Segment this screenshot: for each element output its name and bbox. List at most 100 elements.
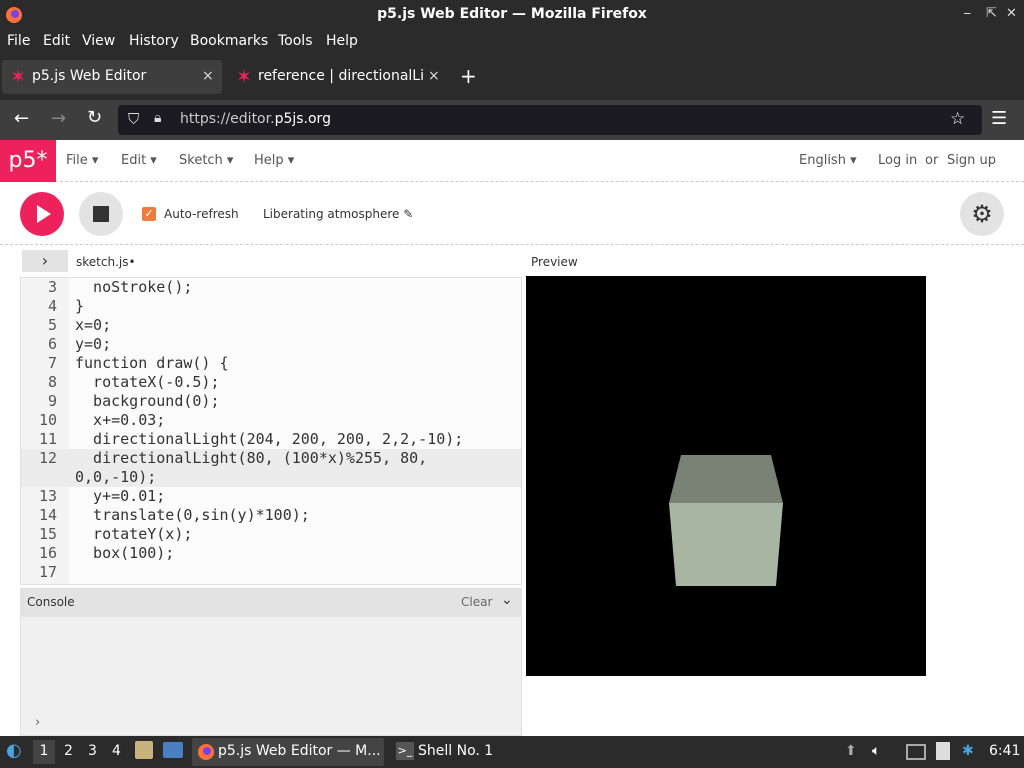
code-line[interactable]: 8 rotateX(-0.5); xyxy=(21,373,521,392)
desktop-icon[interactable] xyxy=(163,742,183,758)
signup-link[interactable]: Sign up xyxy=(947,153,996,168)
volume-icon[interactable]: 🔈︎ xyxy=(872,743,880,759)
cube-render xyxy=(669,455,783,586)
code-line[interactable]: 16 box(100); xyxy=(21,544,521,563)
code-text: directionalLight(80, (100*x)%255, 80, xyxy=(75,449,428,467)
code-line[interactable]: 3 noStroke(); xyxy=(21,278,521,297)
code-text: y=0; xyxy=(75,335,112,353)
menu-bookmarks[interactable]: Bookmarks xyxy=(190,33,268,49)
code-line[interactable]: 0,0,-10); xyxy=(21,468,521,487)
code-line[interactable]: 6 y=0; xyxy=(21,335,521,354)
code-text: x=0; xyxy=(75,316,112,334)
console-prompt[interactable]: › xyxy=(35,715,40,730)
sketch-name[interactable]: Liberating atmosphere ✎ xyxy=(263,207,413,221)
code-text: x+=0.03; xyxy=(75,411,166,429)
settings-gear-icon[interactable]: ⚙ xyxy=(960,192,1004,236)
reload-icon[interactable]: ↻ xyxy=(87,107,102,128)
minimize-button[interactable]: ⎯ xyxy=(964,6,971,21)
line-number: 10 xyxy=(38,411,57,429)
firefox-icon xyxy=(198,744,214,760)
workspace-4[interactable]: 4 xyxy=(112,743,121,759)
code-line[interactable]: 7 function draw() { xyxy=(21,354,521,373)
login-link[interactable]: Log in xyxy=(878,153,917,168)
start-menu-icon[interactable]: ◐ xyxy=(6,740,22,761)
console-clear-button[interactable]: Clear xyxy=(461,595,492,609)
code-line[interactable]: 4} xyxy=(21,297,521,316)
console-collapse-chevron-icon[interactable]: ⌄ xyxy=(501,592,513,608)
menu-file[interactable]: File xyxy=(7,33,30,49)
menu-edit[interactable]: Edit xyxy=(43,33,70,49)
url-bar[interactable]: ⛉ 🔒︎ https://editor.p5js.org ☆ xyxy=(118,105,982,135)
code-text: directionalLight(204, 200, 200, 2,2,-10)… xyxy=(75,430,464,448)
line-number: 12 xyxy=(38,449,57,467)
back-arrow-icon[interactable]: ← xyxy=(14,108,29,129)
task-label: Shell No. 1 xyxy=(418,743,494,759)
menu-history[interactable]: History xyxy=(129,33,179,49)
tab-p5-editor[interactable]: p5.js Web Editor × xyxy=(2,60,222,94)
upload-icon[interactable]: ⬆ xyxy=(845,743,857,759)
auto-refresh-checkbox[interactable]: ✓ xyxy=(142,207,156,221)
p5-menu-help[interactable]: Help ▾ xyxy=(254,153,294,168)
p5-logo[interactable]: p5* xyxy=(0,140,56,182)
code-line[interactable]: 15 rotateY(x); xyxy=(21,525,521,544)
code-line[interactable]: 13 y+=0.01; xyxy=(21,487,521,506)
code-line[interactable]: 5 x=0; xyxy=(21,316,521,335)
play-button[interactable] xyxy=(20,192,64,236)
sidebar-toggle-chevron-icon[interactable]: › xyxy=(22,250,68,272)
sketch-preview-canvas[interactable] xyxy=(526,276,926,676)
console-header: Console Clear ⌄ xyxy=(21,589,521,617)
clipboard-icon[interactable] xyxy=(936,742,950,760)
language-selector[interactable]: English ▾ xyxy=(799,153,857,168)
bookmark-star-icon[interactable]: ☆ xyxy=(950,109,965,129)
menu-help[interactable]: Help xyxy=(326,33,358,49)
p5-menu-file[interactable]: File ▾ xyxy=(66,153,98,168)
p5-menu-sketch[interactable]: Sketch ▾ xyxy=(179,153,233,168)
code-line[interactable]: 17 xyxy=(21,563,521,582)
code-editor[interactable]: 3 noStroke(); 4} 5 x=0; 6 y=0; 7 function draw(… xyxy=(20,277,522,585)
menu-view[interactable]: View xyxy=(82,33,115,49)
p5-menu-edit[interactable]: Edit ▾ xyxy=(121,153,157,168)
code-line[interactable]: 11 directionalLight(204, 200, 200, 2,2,-… xyxy=(21,430,521,449)
code-text: 0,0,-10); xyxy=(75,468,157,486)
lock-icon[interactable]: 🔒︎ xyxy=(154,110,161,126)
hamburger-menu-icon[interactable]: ☰ xyxy=(991,108,1007,129)
line-number: 4 xyxy=(47,297,57,315)
file-tab-sketch[interactable]: sketch.js• xyxy=(76,255,136,269)
file-manager-icon[interactable] xyxy=(135,741,153,759)
tab-close-icon[interactable]: × xyxy=(202,68,214,84)
tab-bar: p5.js Web Editor × reference | direction… xyxy=(0,54,1024,100)
line-number: 15 xyxy=(38,525,57,543)
line-number: 14 xyxy=(38,506,57,524)
workspace-1[interactable]: 1 xyxy=(33,740,55,764)
workspace-2[interactable]: 2 xyxy=(64,743,73,759)
code-line[interactable]: 10 x+=0.03; xyxy=(21,411,521,430)
code-text: rotateY(x); xyxy=(75,525,193,543)
maximize-button[interactable]: ⇱ xyxy=(986,6,997,21)
code-line[interactable]: 14 translate(0,sin(y)*100); xyxy=(21,506,521,525)
or-text: or xyxy=(925,153,939,168)
p5-asterisk-icon xyxy=(12,69,24,83)
menu-tools[interactable]: Tools xyxy=(278,33,313,49)
code-line[interactable]: 12 directionalLight(80, (100*x)%255, 80, xyxy=(21,449,521,468)
shield-icon[interactable]: ⛉ xyxy=(128,110,139,128)
notification-icon[interactable]: ✱ xyxy=(962,743,974,759)
task-firefox[interactable]: p5.js Web Editor — M... xyxy=(192,738,384,766)
line-number: 5 xyxy=(47,316,57,334)
line-number: 13 xyxy=(38,487,57,505)
line-number: 7 xyxy=(47,354,57,372)
code-line[interactable]: 9 background(0); xyxy=(21,392,521,411)
line-number: 3 xyxy=(47,278,57,296)
code-text: noStroke(); xyxy=(75,278,193,296)
code-text: box(100); xyxy=(75,544,175,562)
menu-bar: File Edit View History Bookmarks Tools H… xyxy=(0,30,1024,54)
close-window-button[interactable]: ✕ xyxy=(1006,6,1017,21)
new-tab-button[interactable]: + xyxy=(460,64,477,88)
stop-button[interactable] xyxy=(79,192,123,236)
forward-arrow-icon[interactable]: → xyxy=(51,108,66,129)
task-shell[interactable]: >_ Shell No. 1 xyxy=(392,738,512,766)
console-panel: Console Clear ⌄ › xyxy=(20,588,522,736)
workspace-3[interactable]: 3 xyxy=(88,743,97,759)
network-icon[interactable] xyxy=(906,744,926,760)
tab-close-icon[interactable]: × xyxy=(428,68,440,84)
tab-reference[interactable]: reference | directionalLig × xyxy=(228,60,448,94)
